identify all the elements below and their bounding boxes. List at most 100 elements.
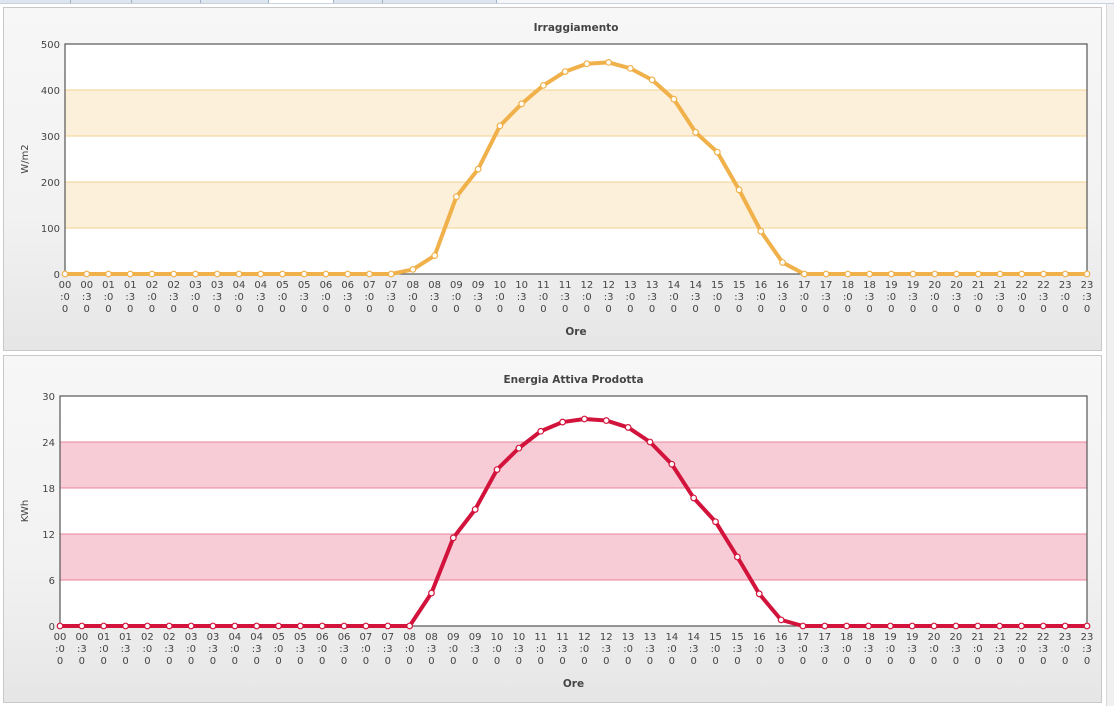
data-point[interactable]	[279, 270, 286, 278]
data-point[interactable]	[496, 122, 504, 130]
data-point[interactable]	[733, 553, 741, 561]
data-point[interactable]	[1039, 622, 1047, 630]
data-point[interactable]	[908, 622, 916, 630]
data-point[interactable]	[909, 270, 917, 278]
data-point[interactable]	[384, 622, 392, 630]
data-point[interactable]	[61, 270, 69, 278]
data-point[interactable]	[187, 622, 195, 630]
tab-6[interactable]	[334, 0, 383, 3]
data-point[interactable]	[755, 590, 763, 598]
data-point[interactable]	[735, 186, 743, 194]
data-point[interactable]	[799, 622, 807, 630]
data-point[interactable]	[539, 81, 547, 89]
data-point[interactable]	[192, 270, 199, 278]
data-point[interactable]	[930, 622, 938, 630]
data-point[interactable]	[474, 165, 482, 173]
data-point[interactable]	[1083, 622, 1091, 630]
data-point[interactable]	[209, 622, 217, 630]
data-point[interactable]	[1040, 270, 1047, 278]
data-point[interactable]	[974, 270, 982, 278]
data-point[interactable]	[428, 589, 435, 597]
data-point[interactable]	[253, 622, 261, 630]
tab-3[interactable]	[132, 0, 201, 3]
data-point[interactable]	[453, 193, 460, 201]
data-point[interactable]	[318, 622, 326, 630]
data-point[interactable]	[605, 59, 613, 66]
data-point[interactable]	[537, 427, 545, 435]
data-point[interactable]	[105, 270, 112, 278]
data-point[interactable]	[865, 622, 872, 630]
vertical-scrollbar[interactable]	[1106, 4, 1114, 706]
data-point[interactable]	[300, 270, 308, 278]
data-point[interactable]	[757, 227, 765, 235]
tab-5-active[interactable]	[269, 0, 334, 3]
data-point[interactable]	[362, 622, 370, 630]
data-point[interactable]	[974, 622, 982, 630]
data-point[interactable]	[257, 270, 265, 278]
data-point[interactable]	[366, 270, 373, 278]
data-point[interactable]	[165, 622, 173, 630]
data-point[interactable]	[1083, 270, 1091, 278]
data-point[interactable]	[449, 534, 457, 542]
tab-2[interactable]	[71, 0, 132, 3]
data-point[interactable]	[126, 270, 134, 278]
data-point[interactable]	[493, 466, 501, 473]
data-point[interactable]	[275, 622, 282, 630]
tab-1[interactable]	[0, 0, 71, 3]
data-point[interactable]	[1061, 622, 1069, 630]
data-point[interactable]	[56, 622, 64, 630]
data-point[interactable]	[821, 622, 829, 630]
data-point[interactable]	[561, 68, 569, 75]
data-point[interactable]	[1061, 270, 1069, 278]
data-point[interactable]	[406, 622, 414, 630]
data-point[interactable]	[122, 622, 129, 630]
data-point[interactable]	[646, 438, 654, 446]
data-point[interactable]	[213, 270, 221, 278]
data-point[interactable]	[800, 270, 808, 278]
data-point[interactable]	[231, 622, 239, 630]
data-point[interactable]	[692, 128, 699, 136]
data-point[interactable]	[1018, 622, 1025, 630]
data-point[interactable]	[583, 60, 591, 68]
data-point[interactable]	[670, 95, 678, 103]
data-point[interactable]	[431, 252, 439, 260]
data-point[interactable]	[779, 259, 786, 266]
data-point[interactable]	[952, 622, 960, 630]
data-point[interactable]	[144, 622, 151, 630]
data-point[interactable]	[322, 270, 330, 278]
data-point[interactable]	[1018, 270, 1026, 278]
data-point[interactable]	[518, 100, 526, 108]
data-point[interactable]	[387, 270, 395, 278]
data-point[interactable]	[602, 417, 610, 424]
data-point[interactable]	[713, 148, 721, 156]
data-point[interactable]	[887, 270, 895, 278]
data-point[interactable]	[148, 270, 156, 278]
data-point[interactable]	[581, 415, 588, 423]
data-point[interactable]	[344, 270, 352, 278]
tab-4[interactable]	[201, 0, 269, 3]
data-point[interactable]	[886, 622, 894, 630]
data-point[interactable]	[235, 270, 243, 278]
data-point[interactable]	[843, 622, 851, 630]
data-point[interactable]	[624, 424, 632, 431]
tab-7[interactable]	[383, 0, 497, 3]
data-point[interactable]	[559, 418, 566, 426]
data-point[interactable]	[471, 506, 479, 513]
data-point[interactable]	[668, 460, 676, 468]
data-point[interactable]	[296, 622, 304, 630]
data-point[interactable]	[515, 444, 523, 452]
data-point[interactable]	[996, 270, 1004, 278]
data-point[interactable]	[626, 64, 634, 72]
data-point[interactable]	[777, 616, 785, 624]
data-point[interactable]	[866, 270, 873, 278]
data-point[interactable]	[844, 270, 852, 278]
data-point[interactable]	[340, 622, 348, 630]
data-point[interactable]	[170, 270, 178, 278]
data-point[interactable]	[100, 622, 108, 630]
data-point[interactable]	[690, 494, 698, 502]
data-point[interactable]	[648, 76, 656, 84]
data-point[interactable]	[996, 622, 1003, 630]
data-point[interactable]	[931, 270, 939, 278]
data-point[interactable]	[83, 270, 91, 278]
data-point[interactable]	[712, 518, 719, 526]
